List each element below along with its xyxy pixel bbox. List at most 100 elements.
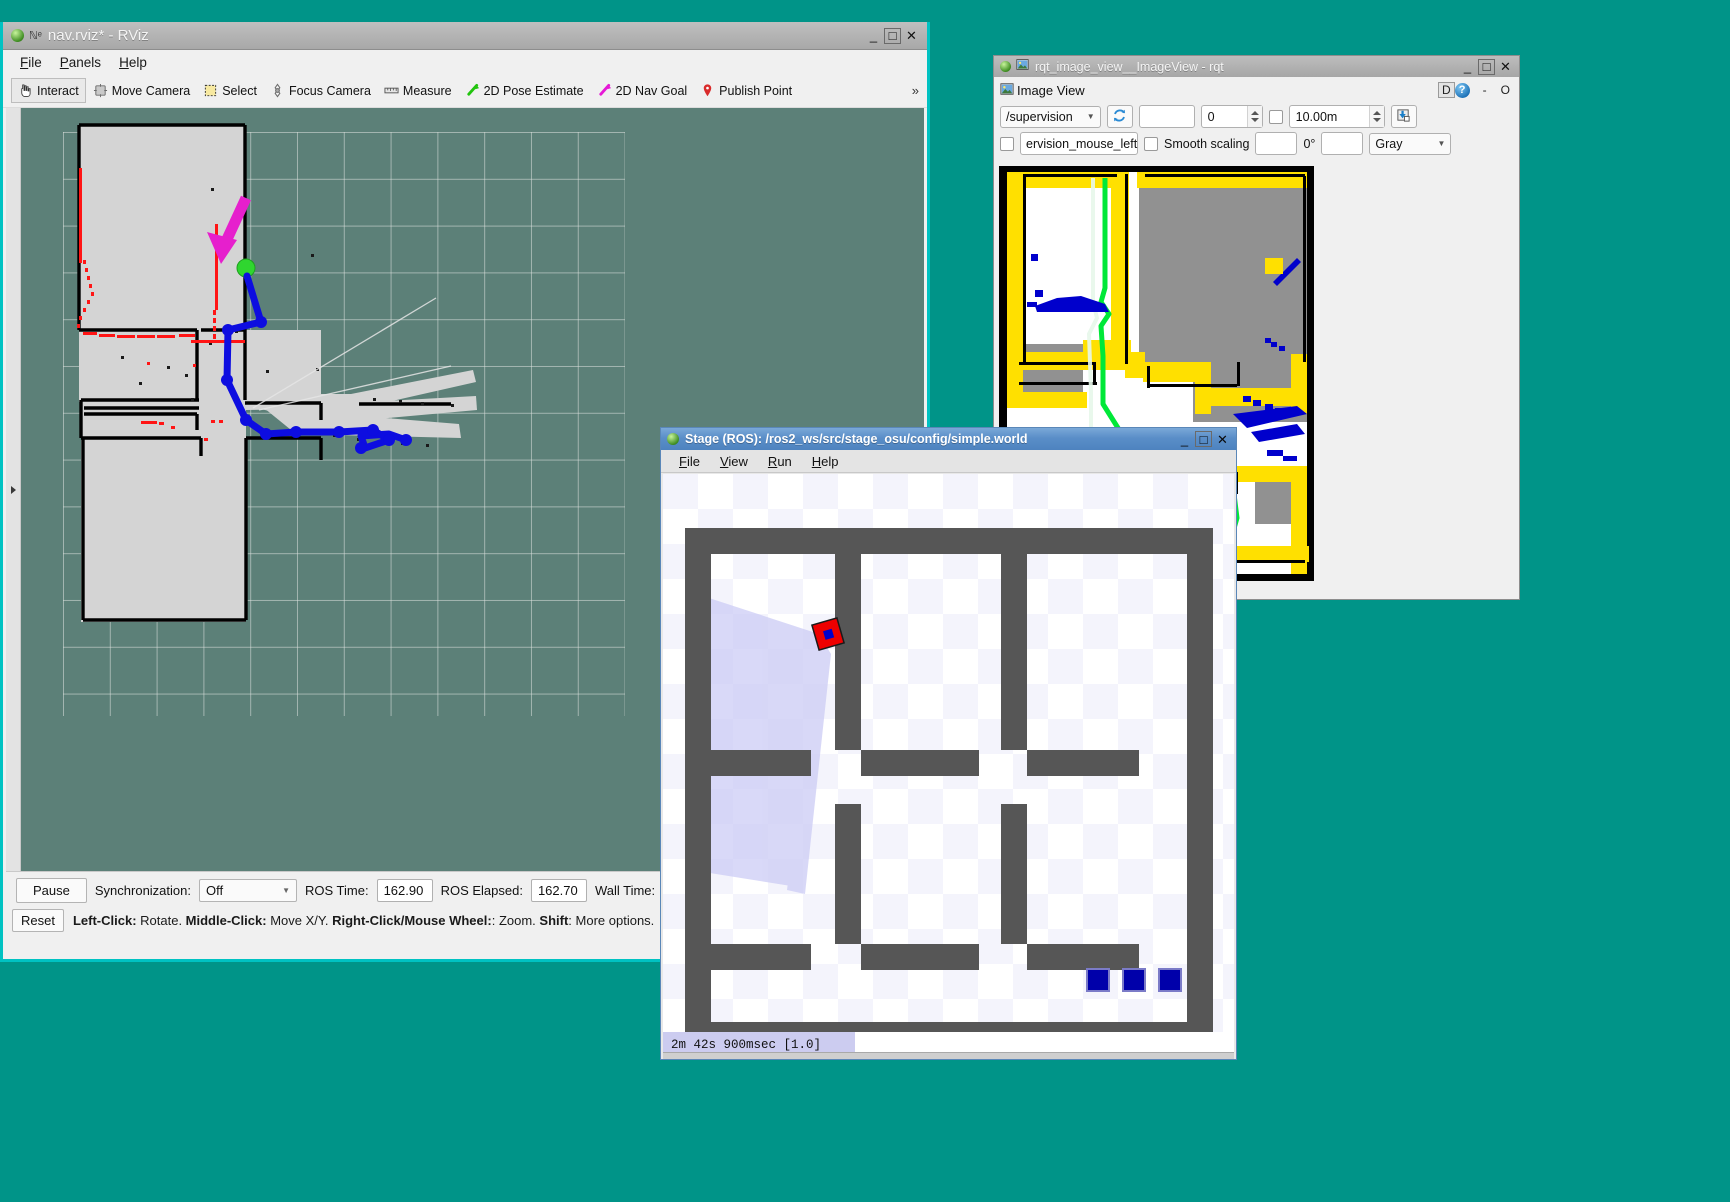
ruler-icon	[384, 83, 399, 98]
stage-menu-view[interactable]: View	[710, 452, 758, 471]
float-icon[interactable]: -	[1480, 83, 1490, 97]
stage-world-canvas[interactable]	[663, 474, 1234, 1034]
hint-left-click: Left-Click:	[73, 913, 137, 928]
detach-button[interactable]: D	[1438, 82, 1455, 98]
help-icon[interactable]: ?	[1455, 83, 1470, 98]
tool-select[interactable]: Select	[197, 79, 263, 102]
tool-focus-camera[interactable]: Focus Camera	[264, 79, 377, 102]
maximize-icon[interactable]: □	[884, 28, 901, 44]
refresh-button[interactable]	[1107, 105, 1133, 128]
range-spinbox-value: 10.00m	[1296, 110, 1369, 124]
desktop-background: ℕᵉ nav.rviz* - RViz _ □ ✕ FFileile Panel…	[0, 0, 1730, 1202]
tool-measure[interactable]: Measure	[378, 79, 458, 102]
close-icon[interactable]: ✕	[1497, 59, 1514, 75]
stage-menu-help[interactable]: Help	[802, 452, 849, 471]
tool-2d-nav-goal[interactable]: 2D Nav Goal	[591, 79, 694, 102]
tool-publish-point[interactable]: Publish Point	[694, 79, 798, 102]
chevron-up-icon[interactable]	[1251, 111, 1259, 115]
tool-interact-label: Interact	[37, 84, 79, 98]
synchronization-label: Synchronization:	[95, 883, 191, 898]
rviz-titlebar[interactable]: ℕᵉ nav.rviz* - RViz _ □ ✕	[3, 22, 927, 50]
hint-rotate: Rotate.	[137, 913, 186, 928]
chevron-right-icon[interactable]	[11, 486, 16, 494]
publish-click-checkbox[interactable]	[1000, 137, 1014, 151]
stage-window[interactable]: Stage (ROS): /ros2_ws/src/stage_osu/conf…	[660, 427, 1237, 1060]
toolbar-overflow-icon[interactable]: »	[912, 83, 919, 98]
minimize-icon[interactable]: _	[865, 28, 882, 44]
stage-menu-run[interactable]: Run	[758, 452, 802, 471]
maximize-icon[interactable]: □	[1195, 431, 1212, 447]
number-spinbox[interactable]: 0	[1201, 105, 1263, 128]
stage-menu-file[interactable]: File	[669, 452, 710, 471]
colormap-value: Gray	[1375, 137, 1402, 151]
rqt-title: rqt_image_view__ImageView - rqt	[1035, 60, 1459, 74]
rviz-toolbar[interactable]: Interact Move Camera Select Focus Camera	[3, 74, 927, 108]
save-image-button[interactable]	[1391, 105, 1417, 128]
chevron-up-icon[interactable]	[1373, 111, 1381, 115]
blank-field-1[interactable]	[1139, 105, 1195, 128]
max-range-checkbox[interactable]	[1269, 110, 1283, 124]
maximize-icon[interactable]: □	[1478, 59, 1495, 75]
rqt-titlebar[interactable]: rqt_image_view__ImageView - rqt _ □ ✕	[994, 56, 1519, 77]
smooth-scaling-checkbox[interactable]	[1144, 137, 1158, 151]
hint-right-click: Right-Click/Mouse Wheel:	[332, 913, 492, 928]
close-icon[interactable]: ✕	[1214, 431, 1231, 447]
pause-button[interactable]: Pause	[16, 878, 87, 903]
map-pin-icon	[700, 83, 715, 98]
rviz-title: nav.rviz* - RViz	[48, 27, 865, 44]
colormap-select[interactable]: Gray ▼	[1369, 133, 1451, 155]
reset-button[interactable]: Reset	[12, 909, 64, 932]
tool-move-camera[interactable]: Move Camera	[87, 79, 197, 102]
menu-file[interactable]: FFileile	[11, 53, 51, 72]
close-icon[interactable]: ✕	[903, 28, 920, 44]
rviz-menubar[interactable]: FFileile Panels Help	[3, 50, 927, 74]
synchronization-select[interactable]: Off ▼	[199, 879, 297, 902]
chevron-down-icon: ▼	[282, 886, 290, 895]
range-spinbox[interactable]: 10.00m	[1289, 105, 1385, 128]
number-spinbox-value: 0	[1208, 110, 1247, 124]
chevron-down-icon[interactable]	[1251, 118, 1259, 122]
ros-elapsed-label: ROS Elapsed:	[441, 883, 523, 898]
stage-world-scene	[663, 474, 1234, 1034]
tool-2d-pose-estimate-label: 2D Pose Estimate	[484, 84, 584, 98]
blank-field-2[interactable]	[1255, 132, 1297, 155]
stage-title: Stage (ROS): /ros2_ws/src/stage_osu/conf…	[685, 432, 1176, 446]
tool-interact[interactable]: Interact	[11, 78, 86, 103]
chevron-down-icon[interactable]	[1373, 118, 1381, 122]
ros-logo-icon	[667, 433, 679, 445]
rviz-panel-splitter[interactable]	[6, 108, 21, 871]
save-image-icon	[1396, 108, 1411, 126]
minimize-icon[interactable]: _	[1459, 59, 1476, 75]
minimize-icon[interactable]: _	[1176, 431, 1193, 447]
spinbox-arrows[interactable]	[1247, 106, 1262, 127]
publish-topic-field[interactable]: ervision_mouse_left	[1020, 132, 1138, 155]
stage-horizontal-scrollbar[interactable]	[663, 1052, 1234, 1059]
wall-time-label: Wall Time:	[595, 883, 655, 898]
tool-measure-label: Measure	[403, 84, 452, 98]
menu-panels[interactable]: Panels	[51, 53, 110, 72]
menu-help[interactable]: Help	[110, 53, 156, 72]
green-arrow-icon	[465, 83, 480, 98]
hint-middle-click: Middle-Click:	[186, 913, 267, 928]
dock-close-icon[interactable]: O	[1498, 83, 1513, 97]
ros-time-label: ROS Time:	[305, 883, 369, 898]
rqt-controls-row-2: ervision_mouse_left Smooth scaling 0° Gr…	[994, 130, 1519, 157]
stage-menubar[interactable]: File View Run Help	[661, 450, 1236, 473]
focus-camera-icon	[270, 83, 285, 98]
rviz-window-controls[interactable]: _ □ ✕	[865, 28, 920, 44]
tool-2d-pose-estimate[interactable]: 2D Pose Estimate	[459, 79, 590, 102]
stage-titlebar[interactable]: Stage (ROS): /ros2_ws/src/stage_osu/conf…	[661, 428, 1236, 450]
topic-select[interactable]: /supervision ▼	[1000, 106, 1101, 128]
smooth-scaling-label: Smooth scaling	[1164, 137, 1249, 151]
blank-field-3[interactable]	[1321, 132, 1363, 155]
synchronization-value: Off	[206, 883, 223, 898]
tool-move-camera-label: Move Camera	[112, 84, 191, 98]
tool-2d-nav-goal-label: 2D Nav Goal	[616, 84, 688, 98]
publish-topic-value: ervision_mouse_left	[1026, 137, 1137, 151]
spinbox-arrows[interactable]	[1369, 106, 1384, 127]
image-view-icon	[1000, 82, 1014, 99]
stage-window-controls[interactable]: _ □ ✕	[1176, 431, 1231, 447]
rotation-label: 0°	[1303, 137, 1315, 151]
ros-elapsed-value: 162.70	[531, 879, 587, 902]
rqt-window-controls[interactable]: _ □ ✕	[1459, 59, 1514, 75]
